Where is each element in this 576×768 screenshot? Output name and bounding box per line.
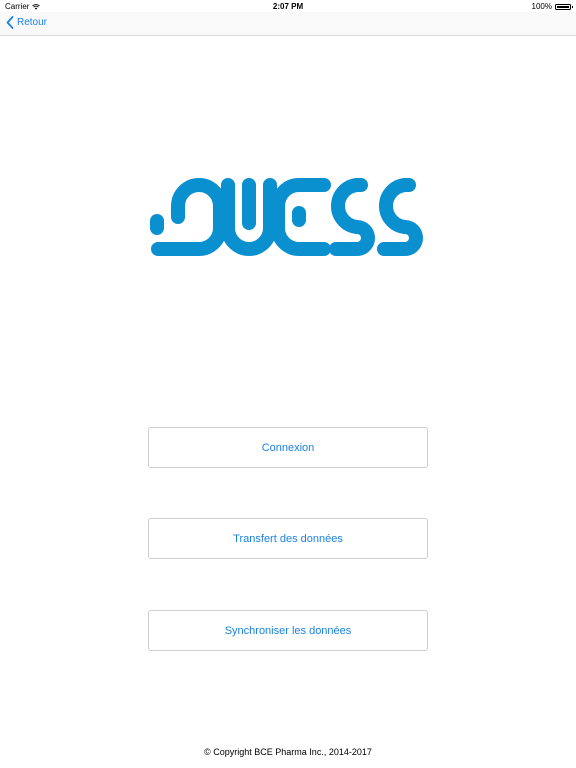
navigation-bar: Retour (0, 12, 576, 36)
status-right: 100% (531, 2, 573, 11)
quess-logo (150, 178, 423, 256)
transfer-data-button[interactable]: Transfert des données (148, 518, 428, 559)
app-screen: Carrier 2:07 PM 100% Retour Connexion Tr… (0, 0, 576, 768)
back-button-label: Retour (17, 17, 48, 28)
login-button[interactable]: Connexion (148, 427, 428, 468)
status-bar: Carrier 2:07 PM 100% (0, 0, 576, 12)
back-button[interactable]: Retour (6, 16, 47, 29)
chevron-left-icon (6, 16, 14, 29)
battery-percent: 100% (531, 2, 552, 11)
battery-icon (555, 3, 573, 10)
status-time: 2:07 PM (272, 2, 304, 11)
sync-data-button[interactable]: Synchroniser les données (148, 610, 428, 651)
battery-level (557, 5, 569, 8)
copyright-footer: © Copyright BCE Pharma Inc., 2014-2017 (204, 747, 372, 757)
